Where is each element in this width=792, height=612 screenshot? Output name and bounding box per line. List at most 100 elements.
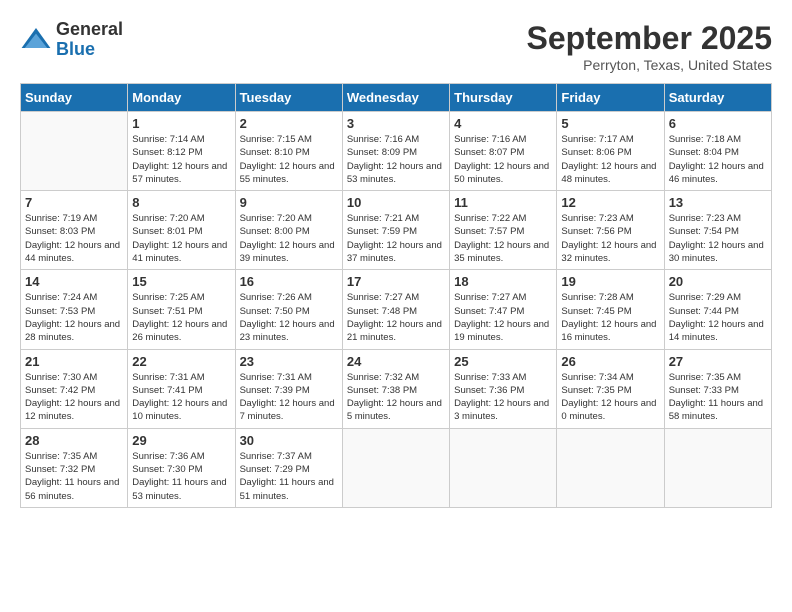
calendar-cell: 30Sunrise: 7:37 AM Sunset: 7:29 PM Dayli… bbox=[235, 428, 342, 507]
header-day: Wednesday bbox=[342, 84, 449, 112]
day-info: Sunrise: 7:18 AM Sunset: 8:04 PM Dayligh… bbox=[669, 133, 767, 186]
calendar-table: SundayMondayTuesdayWednesdayThursdayFrid… bbox=[20, 83, 772, 508]
day-info: Sunrise: 7:36 AM Sunset: 7:30 PM Dayligh… bbox=[132, 450, 230, 503]
calendar-cell: 1Sunrise: 7:14 AM Sunset: 8:12 PM Daylig… bbox=[128, 112, 235, 191]
title-block: September 2025 Perryton, Texas, United S… bbox=[527, 20, 772, 73]
day-info: Sunrise: 7:15 AM Sunset: 8:10 PM Dayligh… bbox=[240, 133, 338, 186]
day-number: 4 bbox=[454, 116, 552, 131]
day-number: 22 bbox=[132, 354, 230, 369]
calendar-cell: 20Sunrise: 7:29 AM Sunset: 7:44 PM Dayli… bbox=[664, 270, 771, 349]
calendar-cell: 6 Sunrise: 7:18 AM Sunset: 8:04 PM Daylig… bbox=[664, 112, 771, 191]
calendar-cell: 9 Sunrise: 7:20 AM Sunset: 8:00 PM Daylig… bbox=[235, 191, 342, 270]
calendar-cell: 10Sunrise: 7:21 AM Sunset: 7:59 PM Dayli… bbox=[342, 191, 449, 270]
day-number: 29 bbox=[132, 433, 230, 448]
day-number: 28 bbox=[25, 433, 123, 448]
calendar-cell: 27 Sunrise: 7:35 AM Sunset: 7:33 PM Dayli… bbox=[664, 349, 771, 428]
month-title: September 2025 bbox=[527, 20, 772, 57]
calendar-body: 1Sunrise: 7:14 AM Sunset: 8:12 PM Daylig… bbox=[21, 112, 772, 508]
day-info: Sunrise: 7:34 AM Sunset: 7:35 PM Dayligh… bbox=[561, 371, 659, 424]
calendar-cell: 18Sunrise: 7:27 AM Sunset: 7:47 PM Dayli… bbox=[450, 270, 557, 349]
day-number: 18 bbox=[454, 274, 552, 289]
day-number: 9 bbox=[240, 195, 338, 210]
calendar-cell: 2 Sunrise: 7:15 AM Sunset: 8:10 PM Daylig… bbox=[235, 112, 342, 191]
calendar-week: 21Sunrise: 7:30 AM Sunset: 7:42 PM Dayli… bbox=[21, 349, 772, 428]
calendar-cell: 3Sunrise: 7:16 AM Sunset: 8:09 PM Daylig… bbox=[342, 112, 449, 191]
calendar-cell: 7Sunrise: 7:19 AM Sunset: 8:03 PM Daylig… bbox=[21, 191, 128, 270]
calendar-cell: 25Sunrise: 7:33 AM Sunset: 7:36 PM Dayli… bbox=[450, 349, 557, 428]
header-day: Tuesday bbox=[235, 84, 342, 112]
day-info: Sunrise: 7:14 AM Sunset: 8:12 PM Dayligh… bbox=[132, 133, 230, 186]
calendar-cell: 22 Sunrise: 7:31 AM Sunset: 7:41 PM Dayli… bbox=[128, 349, 235, 428]
header-day: Monday bbox=[128, 84, 235, 112]
day-number: 16 bbox=[240, 274, 338, 289]
calendar-cell bbox=[664, 428, 771, 507]
day-info: Sunrise: 7:22 AM Sunset: 7:57 PM Dayligh… bbox=[454, 212, 552, 265]
calendar-cell: 26 Sunrise: 7:34 AM Sunset: 7:35 PM Dayli… bbox=[557, 349, 664, 428]
calendar-cell: 17 Sunrise: 7:27 AM Sunset: 7:48 PM Dayli… bbox=[342, 270, 449, 349]
day-info: Sunrise: 7:20 AM Sunset: 8:00 PM Dayligh… bbox=[240, 212, 338, 265]
day-number: 11 bbox=[454, 195, 552, 210]
calendar-cell bbox=[557, 428, 664, 507]
calendar-cell: 13Sunrise: 7:23 AM Sunset: 7:54 PM Dayli… bbox=[664, 191, 771, 270]
day-info: Sunrise: 7:33 AM Sunset: 7:36 PM Dayligh… bbox=[454, 371, 552, 424]
calendar-cell: 24 Sunrise: 7:32 AM Sunset: 7:38 PM Dayli… bbox=[342, 349, 449, 428]
day-number: 14 bbox=[25, 274, 123, 289]
day-number: 26 bbox=[561, 354, 659, 369]
day-number: 6 bbox=[669, 116, 767, 131]
calendar-cell: 12Sunrise: 7:23 AM Sunset: 7:56 PM Dayli… bbox=[557, 191, 664, 270]
day-number: 27 bbox=[669, 354, 767, 369]
header-day: Friday bbox=[557, 84, 664, 112]
calendar-cell: 15 Sunrise: 7:25 AM Sunset: 7:51 PM Dayli… bbox=[128, 270, 235, 349]
day-info: Sunrise: 7:16 AM Sunset: 8:07 PM Dayligh… bbox=[454, 133, 552, 186]
logo-icon bbox=[20, 24, 52, 56]
day-info: Sunrise: 7:35 AM Sunset: 7:33 PM Dayligh… bbox=[669, 371, 767, 424]
day-number: 8 bbox=[132, 195, 230, 210]
day-number: 23 bbox=[240, 354, 338, 369]
day-info: Sunrise: 7:31 AM Sunset: 7:39 PM Dayligh… bbox=[240, 371, 338, 424]
logo-general: General bbox=[56, 20, 123, 40]
day-number: 12 bbox=[561, 195, 659, 210]
day-number: 2 bbox=[240, 116, 338, 131]
calendar-cell: 28 Sunrise: 7:35 AM Sunset: 7:32 PM Dayli… bbox=[21, 428, 128, 507]
calendar-cell: 21Sunrise: 7:30 AM Sunset: 7:42 PM Dayli… bbox=[21, 349, 128, 428]
day-info: Sunrise: 7:26 AM Sunset: 7:50 PM Dayligh… bbox=[240, 291, 338, 344]
header-day: Sunday bbox=[21, 84, 128, 112]
day-number: 15 bbox=[132, 274, 230, 289]
calendar-cell: 14 Sunrise: 7:24 AM Sunset: 7:53 PM Dayli… bbox=[21, 270, 128, 349]
day-number: 7 bbox=[25, 195, 123, 210]
calendar-cell: 5 Sunrise: 7:17 AM Sunset: 8:06 PM Daylig… bbox=[557, 112, 664, 191]
calendar-cell: 29 Sunrise: 7:36 AM Sunset: 7:30 PM Dayli… bbox=[128, 428, 235, 507]
logo: General Blue bbox=[20, 20, 123, 60]
day-number: 20 bbox=[669, 274, 767, 289]
day-info: Sunrise: 7:21 AM Sunset: 7:59 PM Dayligh… bbox=[347, 212, 445, 265]
calendar-cell bbox=[450, 428, 557, 507]
calendar-week: 1Sunrise: 7:14 AM Sunset: 8:12 PM Daylig… bbox=[21, 112, 772, 191]
calendar-cell: 19Sunrise: 7:28 AM Sunset: 7:45 PM Dayli… bbox=[557, 270, 664, 349]
day-number: 13 bbox=[669, 195, 767, 210]
day-number: 24 bbox=[347, 354, 445, 369]
day-info: Sunrise: 7:16 AM Sunset: 8:09 PM Dayligh… bbox=[347, 133, 445, 186]
day-number: 17 bbox=[347, 274, 445, 289]
header-day: Thursday bbox=[450, 84, 557, 112]
day-info: Sunrise: 7:20 AM Sunset: 8:01 PM Dayligh… bbox=[132, 212, 230, 265]
day-info: Sunrise: 7:31 AM Sunset: 7:41 PM Dayligh… bbox=[132, 371, 230, 424]
calendar-cell: 8 Sunrise: 7:20 AM Sunset: 8:01 PM Daylig… bbox=[128, 191, 235, 270]
page-header: General Blue September 2025 Perryton, Te… bbox=[20, 20, 772, 73]
calendar-week: 14 Sunrise: 7:24 AM Sunset: 7:53 PM Dayli… bbox=[21, 270, 772, 349]
calendar-cell: 16 Sunrise: 7:26 AM Sunset: 7:50 PM Dayli… bbox=[235, 270, 342, 349]
day-info: Sunrise: 7:27 AM Sunset: 7:48 PM Dayligh… bbox=[347, 291, 445, 344]
day-info: Sunrise: 7:17 AM Sunset: 8:06 PM Dayligh… bbox=[561, 133, 659, 186]
location: Perryton, Texas, United States bbox=[527, 57, 772, 73]
calendar-week: 7Sunrise: 7:19 AM Sunset: 8:03 PM Daylig… bbox=[21, 191, 772, 270]
day-number: 30 bbox=[240, 433, 338, 448]
day-number: 5 bbox=[561, 116, 659, 131]
day-info: Sunrise: 7:35 AM Sunset: 7:32 PM Dayligh… bbox=[25, 450, 123, 503]
day-number: 19 bbox=[561, 274, 659, 289]
header-day: Saturday bbox=[664, 84, 771, 112]
calendar-week: 28 Sunrise: 7:35 AM Sunset: 7:32 PM Dayli… bbox=[21, 428, 772, 507]
day-info: Sunrise: 7:25 AM Sunset: 7:51 PM Dayligh… bbox=[132, 291, 230, 344]
day-number: 21 bbox=[25, 354, 123, 369]
day-info: Sunrise: 7:32 AM Sunset: 7:38 PM Dayligh… bbox=[347, 371, 445, 424]
day-info: Sunrise: 7:24 AM Sunset: 7:53 PM Dayligh… bbox=[25, 291, 123, 344]
calendar-cell bbox=[342, 428, 449, 507]
